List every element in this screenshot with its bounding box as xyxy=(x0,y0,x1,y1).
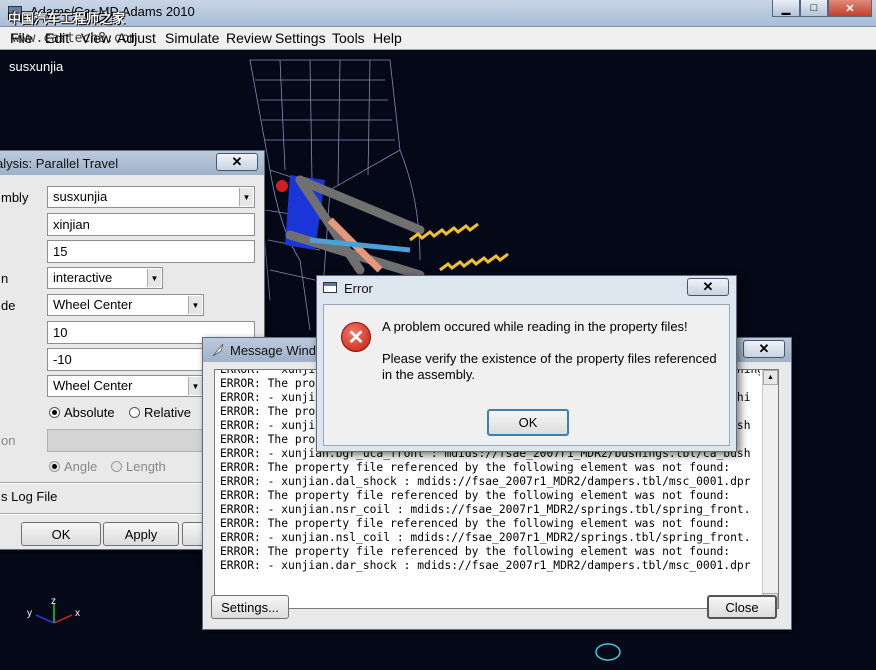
message-line: ERROR: - xunjian.nsr_coil : mdids://fsae… xyxy=(220,503,751,516)
chevron-down-icon: ▼ xyxy=(239,188,253,206)
app-titlebar: Adams/Car MD Adams 2010 ▁ □ ✕ xyxy=(0,0,876,27)
assembly-select[interactable]: susxunjia ▼ xyxy=(47,186,255,208)
message-line: ERROR: The property file referenced by t… xyxy=(220,545,731,558)
close-window-icon[interactable]: ✕ xyxy=(828,0,872,17)
watermark-url: www.cartech8.com xyxy=(12,31,138,46)
coordinate2-value: Wheel Center xyxy=(53,378,133,393)
error-ok-button[interactable]: OK xyxy=(487,409,569,436)
radio-dot-icon xyxy=(129,407,140,418)
radio-dot-icon xyxy=(49,407,60,418)
window-icon xyxy=(323,282,337,293)
axis-triad: x z y xyxy=(22,596,92,641)
menu-simulate[interactable]: Simulate xyxy=(165,30,219,46)
model-name-label: susxunjia xyxy=(9,59,64,74)
feather-icon xyxy=(212,343,224,357)
axis-z-label: z xyxy=(51,598,56,607)
message-window-title: Message Wind xyxy=(230,343,316,358)
close-icon[interactable]: ✕ xyxy=(743,340,785,358)
error-dialog: Error ✕ ✕ A problem occured while readin… xyxy=(316,275,737,452)
close-button[interactable]: Close xyxy=(707,595,777,619)
error-titlebar: Error ✕ xyxy=(317,276,736,300)
radio-relative-label: Relative xyxy=(144,405,191,420)
coordinate-label: de xyxy=(1,298,16,313)
radio-length: Length xyxy=(111,459,166,474)
assembly-value: susxunjia xyxy=(53,189,108,204)
assembly-label: mbly xyxy=(1,190,29,205)
disabled-row-label: on xyxy=(1,433,16,448)
message-line: ERROR: - xunjian.dal_shock : mdids://fsa… xyxy=(220,475,751,488)
error-message: A problem occured while reading in the p… xyxy=(382,319,688,334)
minimize-icon[interactable]: ▁ xyxy=(772,0,800,17)
radio-length-label: Length xyxy=(126,459,166,474)
message-line: ERROR: The property file referenced by t… xyxy=(220,461,731,474)
dialog-titlebar: alysis: Parallel Travel ✕ xyxy=(0,151,264,175)
ok-button[interactable]: OK xyxy=(21,522,101,546)
chevron-down-icon: ▼ xyxy=(188,296,202,314)
message-line: ERROR: The property file referenced by t… xyxy=(220,517,731,530)
apply-button[interactable]: Apply xyxy=(103,522,179,546)
error-title: Error xyxy=(344,281,373,296)
mode-select[interactable]: interactive ▼ xyxy=(47,267,163,289)
axis-x-label: x xyxy=(75,608,80,619)
vertical-scrollbar[interactable]: ▲ ▼ xyxy=(762,370,778,608)
chevron-down-icon: ▼ xyxy=(147,269,161,287)
maximize-icon[interactable]: □ xyxy=(800,0,828,17)
menu-tools[interactable]: Tools xyxy=(332,30,365,46)
watermark-logo: 中国汽车工程师之家 xyxy=(8,11,126,26)
coordinate2-select[interactable]: Wheel Center ▼ xyxy=(47,375,204,397)
error-detail-line2: in the assembly. xyxy=(382,367,475,382)
chevron-down-icon: ▼ xyxy=(188,377,202,395)
radio-dot-icon xyxy=(49,461,60,472)
window-controls: ▁ □ ✕ xyxy=(772,0,872,17)
close-icon[interactable]: ✕ xyxy=(216,153,258,171)
scroll-up-icon[interactable]: ▲ xyxy=(763,370,778,385)
close-icon[interactable]: ✕ xyxy=(687,278,729,296)
mode-label: n xyxy=(1,271,9,286)
error-icon: ✕ xyxy=(341,322,371,352)
radio-dot-icon xyxy=(111,461,122,472)
steps-field[interactable]: 15 xyxy=(47,240,255,263)
menu-review[interactable]: Review xyxy=(226,30,272,46)
spring-coils xyxy=(409,222,509,272)
radio-absolute[interactable]: Absolute xyxy=(49,405,115,420)
message-line: ERROR: - xunjian.nsl_coil : mdids://fsae… xyxy=(220,531,751,544)
error-detail-line1: Please verify the existence of the prope… xyxy=(382,351,717,366)
joint-marker xyxy=(276,180,288,192)
radio-angle: Angle xyxy=(49,459,97,474)
radio-absolute-label: Absolute xyxy=(64,405,115,420)
ground-marker xyxy=(595,643,621,661)
message-line: ERROR: - xunjian.dar_shock : mdids://fsa… xyxy=(220,559,751,572)
output-prefix-field[interactable]: xinjian xyxy=(47,213,255,236)
menu-settings[interactable]: Settings xyxy=(275,30,326,46)
menu-help[interactable]: Help xyxy=(373,30,402,46)
coordinate-select[interactable]: Wheel Center ▼ xyxy=(47,294,204,316)
error-body: ✕ A problem occured while reading in the… xyxy=(323,304,730,446)
coordinate-value: Wheel Center xyxy=(53,297,133,312)
dialog-title: alysis: Parallel Travel xyxy=(0,156,119,171)
axis-y-label: y xyxy=(27,608,32,619)
axis-triad-icon: x z y xyxy=(27,596,80,624)
radio-angle-label: Angle xyxy=(64,459,98,474)
log-file-label[interactable]: s Log File xyxy=(1,489,57,504)
message-line: ERROR: The property file referenced by t… xyxy=(220,489,731,502)
radio-relative[interactable]: Relative xyxy=(129,405,191,420)
settings-button[interactable]: Settings... xyxy=(211,595,289,619)
mode-value: interactive xyxy=(53,270,113,285)
